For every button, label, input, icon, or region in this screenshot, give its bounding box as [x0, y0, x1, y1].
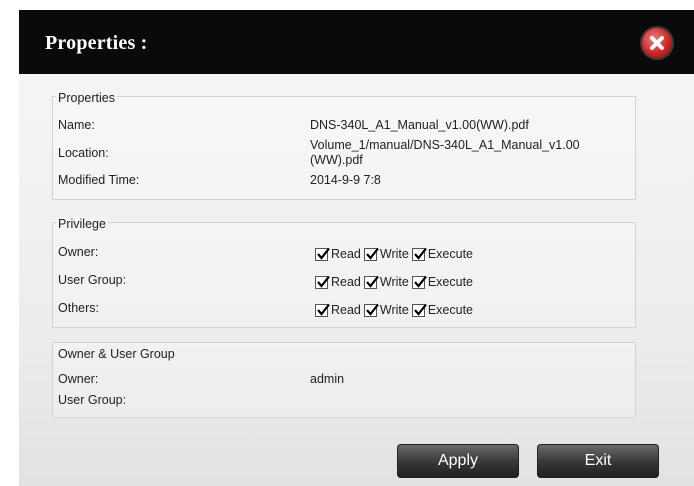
check-icon — [414, 303, 427, 316]
location-value-line2: (WW).pdf — [310, 153, 363, 167]
check-icon — [317, 247, 330, 260]
properties-dialog: Properties : Properties Name: DNS-340L_A… — [19, 10, 694, 486]
modified-time-value: 2014-9-9 7:8 — [310, 173, 381, 187]
user-group-write-checkbox[interactable] — [363, 275, 379, 289]
write-label: Write — [379, 275, 409, 289]
properties-group: Properties Name: DNS-340L_A1_Manual_v1.0… — [52, 91, 636, 200]
title-bar: Properties : — [19, 10, 694, 74]
owner-execute-checkbox[interactable] — [411, 247, 427, 261]
check-icon — [366, 275, 379, 288]
ownership-group: Owner & User Group Owner: admin User Gro… — [52, 342, 636, 418]
owner-read-checkbox[interactable] — [315, 247, 330, 261]
location-value-line1: Volume_1/manual/DNS-340L_A1_Manual_v1.00 — [310, 138, 580, 152]
owner-permissions: Read Write Execute — [315, 246, 476, 262]
read-label: Read — [331, 303, 361, 317]
execute-label: Execute — [427, 275, 473, 289]
ownership-legend: Owner & User Group — [58, 347, 175, 361]
location-value: Volume_1/manual/DNS-340L_A1_Manual_v1.00… — [310, 138, 580, 168]
name-value: DNS-340L_A1_Manual_v1.00(WW).pdf — [310, 118, 529, 132]
modified-time-label: Modified Time: — [58, 173, 140, 187]
check-icon — [317, 275, 330, 288]
read-label: Read — [331, 275, 361, 289]
check-icon — [366, 247, 379, 260]
others-read-checkbox[interactable] — [315, 303, 330, 317]
apply-button[interactable]: Apply — [397, 444, 519, 478]
exit-button[interactable]: Exit — [537, 444, 659, 478]
owner-write-checkbox[interactable] — [363, 247, 379, 261]
execute-label: Execute — [427, 303, 473, 317]
privilege-owner-label: Owner: — [58, 245, 99, 259]
user-group-execute-checkbox[interactable] — [411, 275, 427, 289]
check-icon — [414, 247, 427, 260]
ownership-owner-value: admin — [310, 372, 345, 386]
close-icon — [650, 36, 664, 50]
check-icon — [317, 303, 330, 316]
location-label: Location: — [58, 146, 109, 160]
privilege-others-label: Others: — [58, 301, 99, 315]
read-label: Read — [331, 247, 361, 261]
ownership-group-label: User Group: — [58, 393, 127, 407]
privilege-group: Privilege Owner: Read Write Execute User… — [52, 217, 636, 328]
check-icon — [366, 303, 379, 316]
user-group-permissions: Read Write Execute — [315, 274, 476, 290]
properties-legend: Properties — [56, 91, 117, 105]
ownership-owner-label: Owner: — [58, 372, 99, 386]
others-write-checkbox[interactable] — [363, 303, 379, 317]
user-group-read-checkbox[interactable] — [315, 275, 330, 289]
close-button[interactable] — [642, 28, 672, 58]
privilege-legend: Privilege — [56, 217, 108, 231]
check-icon — [414, 275, 427, 288]
write-label: Write — [379, 247, 409, 261]
execute-label: Execute — [427, 247, 473, 261]
others-execute-checkbox[interactable] — [411, 303, 427, 317]
write-label: Write — [379, 303, 409, 317]
dialog-title: Properties : — [45, 32, 148, 54]
others-permissions: Read Write Execute — [315, 302, 476, 318]
privilege-user-group-label: User Group: — [58, 273, 127, 287]
name-label: Name: — [58, 118, 95, 132]
